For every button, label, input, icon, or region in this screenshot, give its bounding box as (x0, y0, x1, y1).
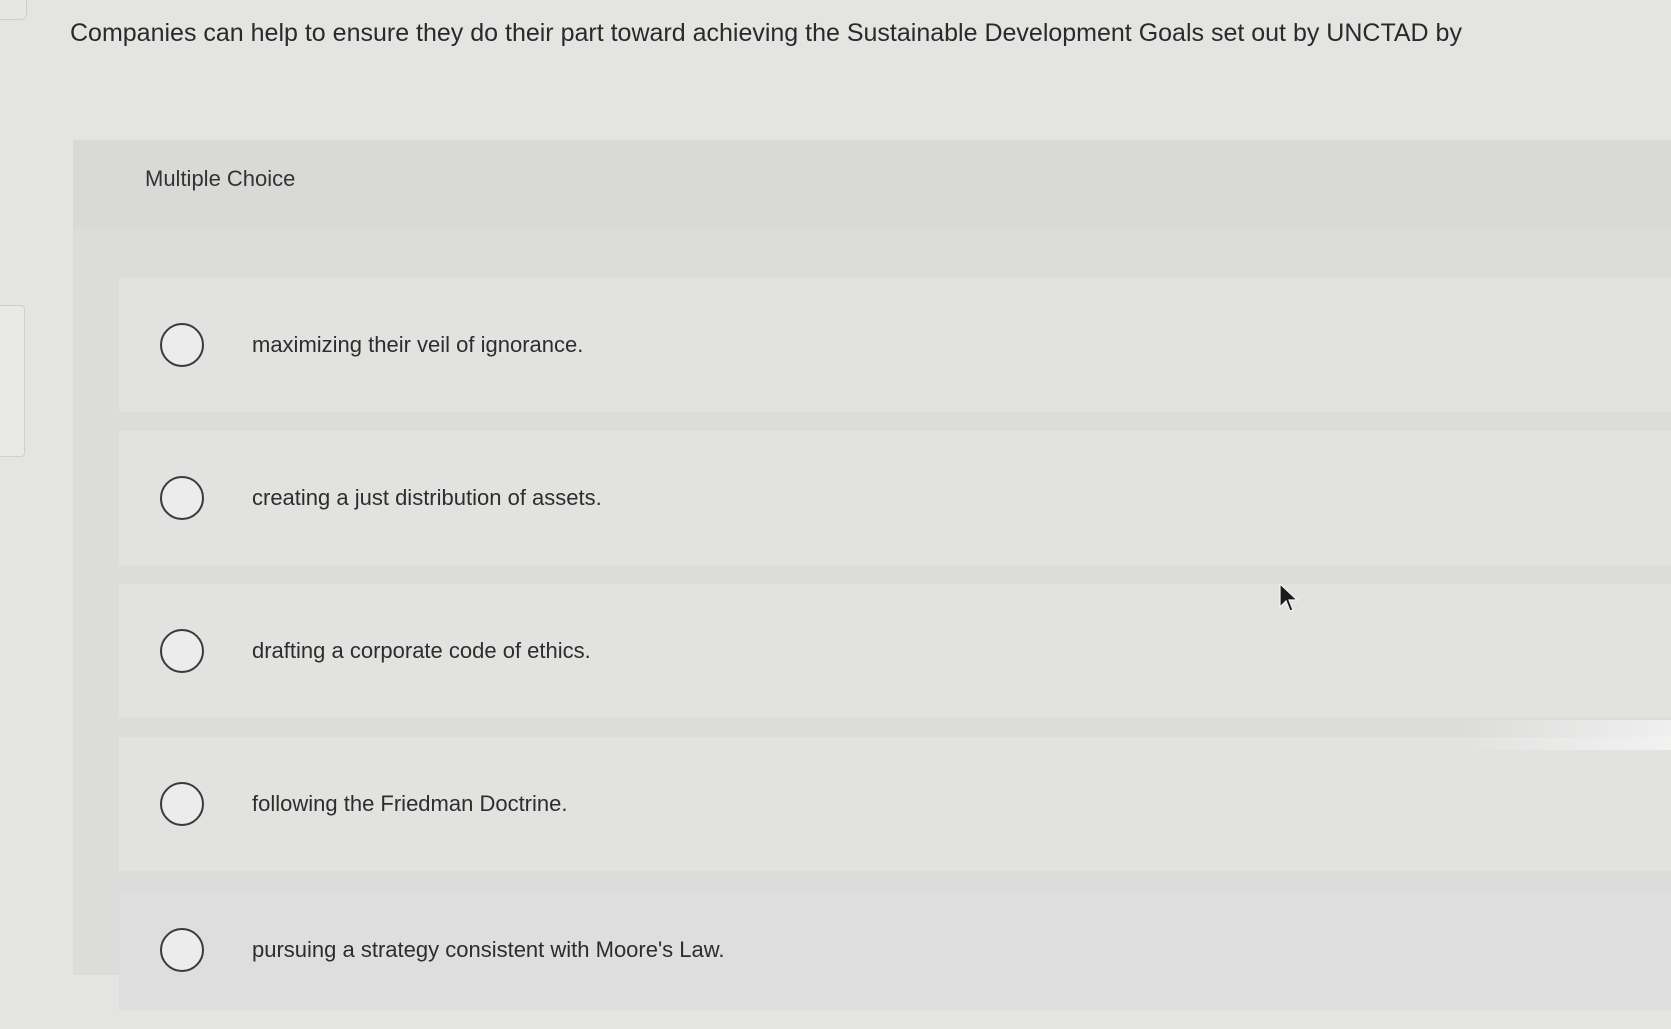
answer-option-2[interactable]: creating a just distribution of assets. (119, 431, 1671, 565)
radio-unselected-icon[interactable] (160, 323, 204, 367)
answer-option-4[interactable]: following the Friedman Doctrine. (119, 737, 1671, 871)
answer-option-1[interactable]: maximizing their veil of ignorance. (119, 278, 1671, 412)
radio-unselected-icon[interactable] (160, 928, 204, 972)
multiple-choice-panel: Multiple Choice maximizing their veil of… (73, 140, 1671, 1010)
left-side-tab[interactable] (0, 305, 25, 457)
screen-glare (1461, 720, 1671, 750)
answer-options: maximizing their veil of ignorance. crea… (119, 278, 1671, 1029)
left-tab-top (0, 0, 27, 20)
mouse-pointer-icon (1279, 583, 1298, 612)
question-text: Companies can help to ensure they do the… (70, 19, 1462, 47)
answer-option-5[interactable]: pursuing a strategy consistent with Moor… (119, 890, 1671, 1010)
answer-option-label: drafting a corporate code of ethics. (252, 638, 591, 663)
answer-option-label: creating a just distribution of assets. (252, 485, 602, 510)
multiple-choice-label: Multiple Choice (145, 166, 296, 191)
answer-option-label: maximizing their veil of ignorance. (252, 332, 584, 357)
answer-option-3[interactable]: drafting a corporate code of ethics. (119, 584, 1671, 718)
radio-unselected-icon[interactable] (160, 629, 204, 673)
radio-unselected-icon[interactable] (160, 476, 204, 520)
answer-option-label: pursuing a strategy consistent with Moor… (252, 937, 725, 962)
multiple-choice-header: Multiple Choice (73, 140, 1671, 228)
answer-option-label: following the Friedman Doctrine. (252, 791, 568, 816)
radio-unselected-icon[interactable] (160, 782, 204, 826)
